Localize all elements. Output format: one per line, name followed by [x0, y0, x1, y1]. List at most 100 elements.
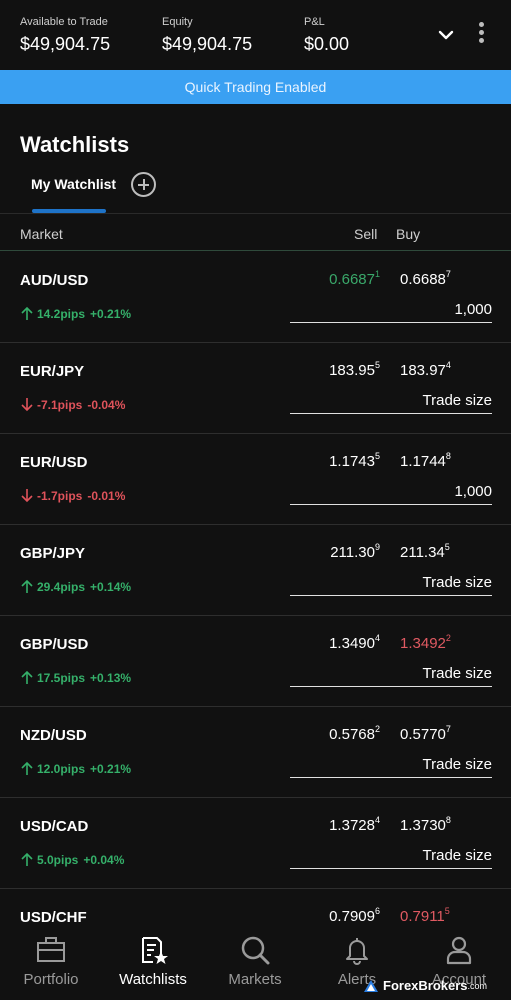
- percent-change: -0.01%: [87, 488, 126, 503]
- buy-price-pip: 5: [444, 542, 450, 552]
- sell-price[interactable]: 0.66871: [329, 269, 380, 288]
- nav-label: Watchlists: [119, 971, 187, 988]
- watchlists-icon: [142, 937, 168, 964]
- buy-price-pip: 7: [445, 724, 451, 734]
- sell-price[interactable]: 1.34904: [329, 633, 380, 652]
- sell-price-main: 0.7909: [329, 908, 375, 925]
- change-indicator: 17.5pips +0.13%: [20, 670, 131, 685]
- table-row[interactable]: USD/CAD 5.0pips +0.04% 1.37284 1.37308 Trade …: [0, 798, 511, 889]
- sell-price[interactable]: 183.955: [329, 360, 380, 379]
- percent-change: +0.14%: [90, 579, 132, 594]
- sell-price[interactable]: 1.17435: [329, 451, 380, 470]
- arrow-up-icon: [21, 852, 33, 866]
- table-row[interactable]: EUR/JPY -7.1pips -0.04% 183.955 183.974 Trade…: [0, 343, 511, 434]
- pips-change: 17.5pips: [37, 670, 86, 685]
- percent-change: +0.13%: [90, 670, 132, 685]
- chevron-down-icon[interactable]: [436, 26, 456, 44]
- sell-price-pip: 5: [374, 360, 380, 370]
- arrow-up-icon: [21, 761, 33, 775]
- watchlist-rows: AUD/USD 14.2pips +0.21% 0.66871 0.66887 1,000…: [0, 252, 511, 980]
- column-market: Market: [20, 226, 63, 242]
- watermark: ForexBrokers .com: [363, 978, 487, 993]
- sell-price[interactable]: 0.57682: [329, 724, 380, 743]
- add-watchlist-icon[interactable]: [131, 172, 156, 197]
- trade-size-input[interactable]: Trade size: [290, 847, 492, 869]
- trade-size-input[interactable]: 1,000: [290, 301, 492, 323]
- equity-label: Equity: [162, 16, 193, 28]
- arrow-up-icon: [21, 579, 33, 593]
- sell-price[interactable]: 0.79096: [329, 906, 380, 925]
- sell-price-pip: 1: [374, 269, 380, 279]
- buy-price-main: 183.97: [400, 362, 446, 379]
- trade-size-input[interactable]: Trade size: [290, 756, 492, 778]
- equity-value: $49,904.75: [162, 34, 253, 54]
- bell-icon: [346, 938, 368, 965]
- buy-price[interactable]: 1.17448: [400, 451, 451, 470]
- percent-change: +0.21%: [90, 306, 132, 321]
- sell-price-pip: 4: [374, 815, 380, 825]
- pips-change: -7.1pips: [37, 397, 83, 412]
- tab-my-watchlist[interactable]: My Watchlist: [31, 176, 116, 192]
- table-row[interactable]: GBP/JPY 29.4pips +0.14% 211.309 211.345 Trade…: [0, 525, 511, 616]
- percent-change: +0.21%: [90, 761, 132, 776]
- available-to-trade: Available to Trade $49,904.75: [20, 16, 110, 55]
- buy-price-pip: 4: [445, 360, 451, 370]
- percent-change: +0.04%: [83, 852, 125, 867]
- pnl-value: $0.00: [304, 34, 350, 54]
- nav-markets[interactable]: Markets: [205, 934, 305, 988]
- pnl-label: P&L: [304, 16, 325, 28]
- pips-change: -1.7pips: [37, 488, 83, 503]
- column-sell: Sell: [354, 226, 378, 242]
- buy-price[interactable]: 0.79115: [400, 906, 450, 925]
- sell-price-pip: 9: [374, 542, 380, 552]
- pips-change: 5.0pips: [37, 852, 79, 867]
- percent-change: -0.04%: [87, 397, 126, 412]
- column-header: Market Sell Buy: [0, 214, 511, 251]
- buy-price-main: 1.3492: [400, 635, 446, 652]
- buy-price[interactable]: 1.37308: [400, 815, 451, 834]
- trade-size-input[interactable]: Trade size: [290, 665, 492, 687]
- available-value: $49,904.75: [20, 34, 111, 54]
- arrow-down-icon: [21, 398, 33, 412]
- arrow-down-icon: [21, 489, 33, 503]
- search-icon: [241, 936, 270, 965]
- table-row[interactable]: AUD/USD 14.2pips +0.21% 0.66871 0.66887 1,000: [0, 252, 511, 343]
- sell-price-main: 211.30: [330, 544, 375, 561]
- sell-price-main: 0.5768: [329, 726, 375, 743]
- available-label: Available to Trade: [20, 16, 108, 28]
- buy-price-main: 0.6688: [400, 271, 446, 288]
- market-symbol: USD/CAD: [20, 818, 89, 835]
- watermark-text: ForexBrokers: [383, 978, 468, 993]
- person-icon: [446, 936, 472, 965]
- nav-portfolio[interactable]: Portfolio: [1, 934, 101, 988]
- nav-watchlists[interactable]: Watchlists: [103, 934, 203, 988]
- table-row[interactable]: EUR/USD -1.7pips -0.01% 1.17435 1.17448 1,000: [0, 434, 511, 525]
- trade-size-input[interactable]: 1,000: [290, 483, 492, 505]
- market-symbol: EUR/USD: [20, 454, 88, 471]
- trade-size-input[interactable]: Trade size: [290, 574, 492, 596]
- change-indicator: 5.0pips +0.04%: [20, 852, 124, 867]
- change-indicator: -1.7pips -0.01%: [20, 488, 125, 503]
- table-row[interactable]: GBP/USD 17.5pips +0.13% 1.34904 1.34922 Trade…: [0, 616, 511, 707]
- arrow-up-icon: [21, 306, 33, 320]
- pips-change: 14.2pips: [37, 306, 86, 321]
- table-row[interactable]: NZD/USD 12.0pips +0.21% 0.57682 0.57707 Trade…: [0, 707, 511, 798]
- buy-price[interactable]: 211.345: [400, 542, 450, 561]
- sell-price[interactable]: 211.309: [330, 542, 380, 561]
- more-options-icon[interactable]: [476, 22, 486, 46]
- buy-price[interactable]: 0.57707: [400, 724, 451, 743]
- pnl: P&L $0.00: [304, 16, 349, 55]
- buy-price[interactable]: 0.66887: [400, 269, 451, 288]
- buy-price[interactable]: 183.974: [400, 360, 451, 379]
- buy-price-main: 1.3730: [400, 817, 446, 834]
- buy-price-main: 0.7911: [400, 908, 445, 925]
- change-indicator: 29.4pips +0.14%: [20, 579, 131, 594]
- account-summary-bar: Available to Trade $49,904.75 Equity $49…: [0, 0, 511, 70]
- market-symbol: EUR/JPY: [20, 363, 85, 380]
- market-symbol: USD/CHF: [20, 909, 87, 926]
- trade-size-input[interactable]: Trade size: [290, 392, 492, 414]
- buy-price[interactable]: 1.34922: [400, 633, 451, 652]
- sell-price[interactable]: 1.37284: [329, 815, 380, 834]
- sell-price-main: 183.95: [329, 362, 375, 379]
- market-symbol: NZD/USD: [20, 727, 87, 744]
